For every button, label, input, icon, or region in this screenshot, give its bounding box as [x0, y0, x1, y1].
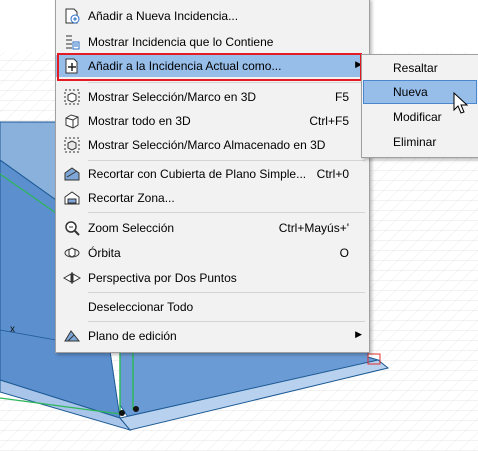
editing-plane-icon: [64, 330, 81, 342]
menu-item-shortcut: Ctrl+Mayús+': [278, 221, 349, 235]
selection-3d-icon: [64, 89, 80, 105]
submenu-item-delete[interactable]: Eliminar: [364, 131, 476, 153]
submenu-item-label: Nueva: [393, 85, 428, 99]
menu-item-shortcut: F5: [334, 90, 349, 104]
add-to-issue-icon: [65, 58, 78, 74]
menu-item-label: Mostrar Selección/Marco en 3D: [88, 90, 257, 104]
menu-item-two-point-perspective[interactable]: Perspectiva por Dos Puntos: [56, 267, 369, 289]
menu-item-label: Deseleccionar Todo: [88, 300, 194, 314]
menu-separator: [88, 82, 365, 83]
menu-item-label: Perspectiva por Dos Puntos: [88, 271, 237, 285]
menu-item-show-selection-3d[interactable]: Mostrar Selección/Marco en 3D F5: [56, 86, 369, 108]
context-menu: Añadir a Nueva Incidencia... Mostrar Inc…: [55, 0, 370, 353]
mouse-pointer-icon: [453, 92, 469, 114]
menu-item-label: Mostrar todo en 3D: [88, 114, 191, 128]
menu-separator: [88, 160, 365, 161]
menu-item-label: Recortar con Cubierta de Plano Simple...: [88, 167, 307, 181]
menu-item-label: Órbita: [88, 246, 121, 260]
zoom-selection-icon: [65, 221, 80, 236]
trim-roof-icon: [64, 167, 80, 181]
menu-item-shortcut: Ctrl+0: [316, 167, 349, 181]
menu-item-trim-to-roof[interactable]: Recortar con Cubierta de Plano Simple...…: [56, 163, 369, 185]
menu-separator: [88, 212, 365, 213]
menu-item-label: Añadir a Nueva Incidencia...: [88, 9, 239, 23]
menu-item-shortcut: Ctrl+F5: [309, 114, 349, 128]
selection-node[interactable]: [119, 410, 125, 416]
menu-separator: [88, 321, 365, 322]
stored-selection-3d-icon: [64, 137, 80, 153]
menu-item-show-all-3d[interactable]: Mostrar todo en 3D Ctrl+F5: [56, 110, 369, 132]
trim-zone-icon: [64, 191, 80, 205]
orbit-icon: [64, 247, 80, 258]
issue-list-icon: [66, 35, 80, 50]
submenu-item-label: Eliminar: [393, 135, 437, 149]
menu-item-label: Recortar Zona...: [88, 191, 175, 205]
submenu-item-label: Resaltar: [393, 61, 438, 75]
menu-item-label: Mostrar Incidencia que lo Contiene: [88, 35, 274, 49]
menu-item-label: Mostrar Selección/Marco Almacenado en 3D: [88, 138, 326, 152]
menu-item-label: Plano de edición: [88, 329, 177, 343]
axis-label: x: [10, 324, 15, 335]
menu-item-trim-zone[interactable]: Recortar Zona...: [56, 187, 369, 209]
new-issue-icon: [65, 8, 80, 24]
menu-item-label: Zoom Selección: [88, 221, 175, 235]
menu-item-shortcut: O: [339, 246, 349, 260]
menu-item-show-containing-issue[interactable]: Mostrar Incidencia que lo Contiene: [56, 31, 369, 53]
cube-icon: [65, 114, 79, 129]
menu-item-deselect-all[interactable]: Deseleccionar Todo: [56, 296, 369, 318]
two-point-perspective-icon: [63, 272, 81, 284]
menu-item-show-stored-selection-3d[interactable]: Mostrar Selección/Marco Almacenado en 3D: [56, 134, 369, 156]
menu-item-editing-plane[interactable]: Plano de edición ▶: [56, 325, 369, 347]
selection-node[interactable]: [133, 406, 139, 412]
menu-item-orbit[interactable]: Órbita O: [56, 242, 369, 264]
menu-separator: [88, 292, 365, 293]
menu-item-zoom-selection[interactable]: Zoom Selección Ctrl+Mayús+': [56, 217, 369, 239]
menu-item-add-to-current-issue[interactable]: Añadir a la Incidencia Actual como... ▶: [56, 55, 369, 77]
menu-item-add-new-issue[interactable]: Añadir a Nueva Incidencia...: [56, 5, 369, 27]
submenu-item-highlight[interactable]: Resaltar: [364, 57, 476, 79]
menu-item-label: Añadir a la Incidencia Actual como...: [88, 59, 282, 73]
submenu-item-label: Modificar: [393, 110, 442, 124]
submenu-arrow-icon: ▶: [355, 329, 362, 339]
